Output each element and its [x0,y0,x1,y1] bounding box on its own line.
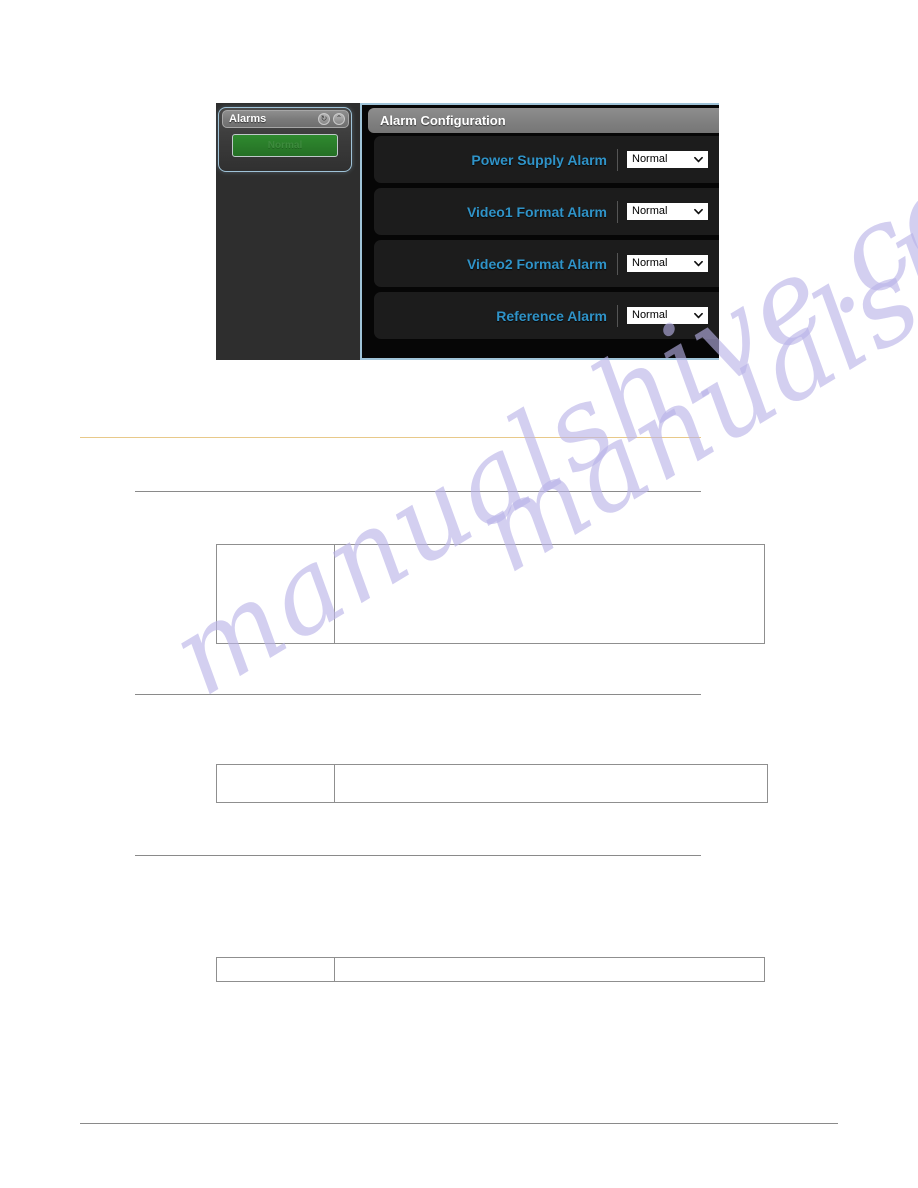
alarm-mode-value: Normal [632,309,668,321]
alarm-configuration-panel: Alarm Configuration Power Supply Alarm N… [360,103,719,360]
row-divider [617,252,618,275]
parameter-table-3 [216,957,765,982]
alarm-configuration-title: Alarm Configuration [380,113,506,128]
alarm-row-power-supply: Power Supply Alarm Normal [374,136,719,183]
alarm-row-video1-format: Video1 Format Alarm Normal [374,188,719,235]
footer-rule [80,1123,838,1124]
alarm-row-video2-format: Video2 Format Alarm Normal [374,240,719,287]
accent-rule [80,437,701,438]
row-divider [617,148,618,171]
chevron-down-icon [694,156,703,163]
alarm-label: Video2 Format Alarm [466,255,607,272]
table-cell-label [217,958,335,981]
alarm-configuration-header: Alarm Configuration [368,108,719,133]
table-cell-label [217,545,335,643]
row-divider [617,304,618,327]
alarm-mode-value: Normal [632,257,668,269]
chevron-down-icon [694,208,703,215]
alarm-label: Power Supply Alarm [471,151,607,168]
alarm-rows-area: Power Supply Alarm Normal Video1 Format … [362,136,719,358]
collapse-icon[interactable]: ⌃ [333,113,345,125]
alarm-mode-value: Normal [632,153,668,165]
alarm-mode-select[interactable]: Normal [626,202,709,221]
alarm-mode-select[interactable]: Normal [626,150,709,169]
alarm-mode-select[interactable]: Normal [626,254,709,273]
row-divider [617,200,618,223]
chevron-down-icon [694,312,703,319]
alarm-status-button-label: Normal [267,139,303,151]
alarm-configuration-screenshot: Alarms ↻ ⌃ Normal Alarm Configuration Po… [216,103,719,360]
section-rule-2 [135,694,701,695]
alarm-label: Reference Alarm [496,307,607,324]
alarms-widget: Alarms ↻ ⌃ Normal [218,107,352,172]
alarm-mode-select[interactable]: Normal [626,306,709,325]
table-cell-value [335,958,764,981]
alarm-row-reference: Reference Alarm Normal [374,292,719,339]
parameter-table-2 [216,764,768,803]
table-cell-label [217,765,335,802]
section-rule-3 [135,855,701,856]
alarms-widget-title-icons: ↻ ⌃ [318,113,345,125]
device-chassis-panel: Alarms ↻ ⌃ Normal [216,103,361,360]
alarms-widget-titlebar: Alarms ↻ ⌃ [222,110,349,128]
alarms-widget-title: Alarms [229,112,267,125]
alarm-status-button[interactable]: Normal [232,134,338,157]
chevron-down-icon [694,260,703,267]
table-cell-value [335,765,767,802]
section-rule-1 [135,491,701,492]
table-cell-value [335,545,764,643]
alarm-mode-value: Normal [632,205,668,217]
refresh-icon[interactable]: ↻ [318,113,330,125]
alarm-label: Video1 Format Alarm [466,203,607,220]
parameter-table-1 [216,544,765,644]
